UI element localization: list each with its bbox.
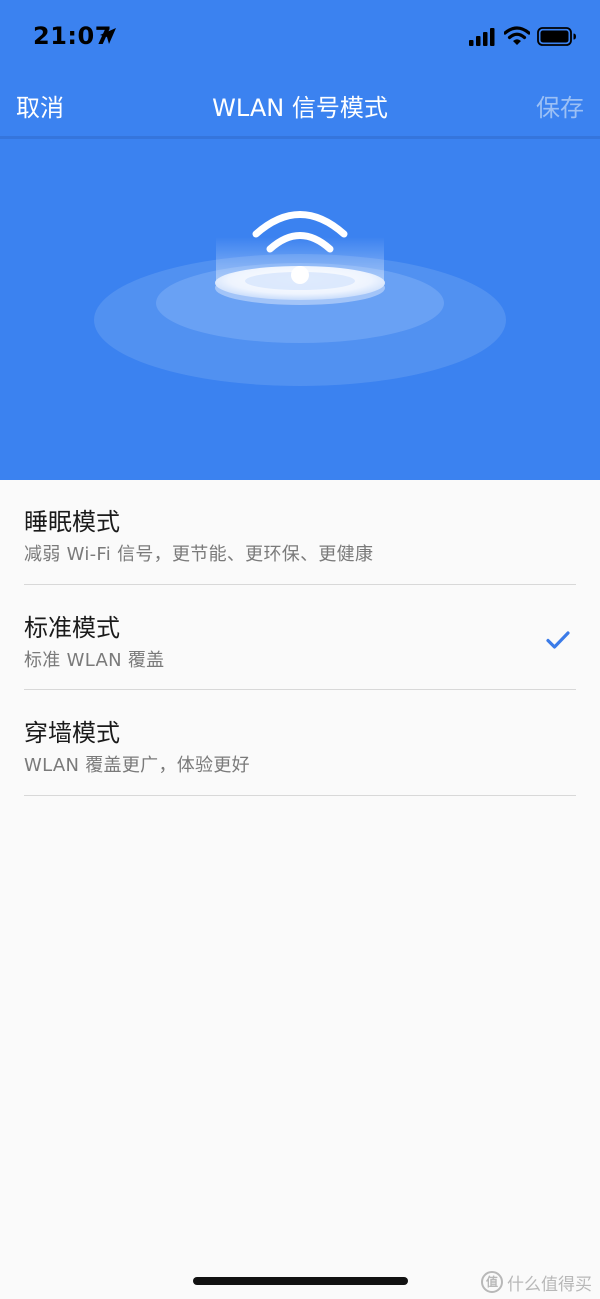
mode-description: 标准 WLAN 覆盖 bbox=[24, 650, 165, 671]
page-title: WLAN 信号模式 bbox=[212, 94, 388, 122]
mode-item-wall-penetration[interactable]: 穿墙模式 WLAN 覆盖更广，体验更好 bbox=[24, 691, 576, 796]
mode-item-standard[interactable]: 标准模式 标准 WLAN 覆盖 bbox=[24, 586, 576, 691]
mode-list: 睡眠模式 减弱 Wi-Fi 信号，更节能、更环保、更健康 标准模式 标准 WLA… bbox=[0, 480, 600, 1299]
mode-title: 穿墙模式 bbox=[24, 719, 120, 747]
watermark-logo-icon: 值 bbox=[481, 1271, 503, 1293]
mode-description: WLAN 覆盖更广，体验更好 bbox=[24, 755, 250, 776]
hero-banner bbox=[0, 139, 600, 480]
wifi-router-icon bbox=[94, 211, 506, 386]
mode-title: 睡眠模式 bbox=[24, 508, 120, 536]
mode-item-sleep[interactable]: 睡眠模式 减弱 Wi-Fi 信号，更节能、更环保、更健康 bbox=[24, 480, 576, 585]
nav-bar: 取消 WLAN 信号模式 保存 bbox=[0, 74, 600, 136]
divider bbox=[24, 584, 576, 585]
divider bbox=[24, 795, 576, 796]
wlan-signal-mode-screen: 21:07 取消 WLAN 信号模式 保存 睡眠模式 减弱 Wi-Fi 信号，更… bbox=[0, 0, 600, 1299]
location-arrow-icon bbox=[100, 28, 116, 44]
status-bar: 21:07 bbox=[0, 0, 600, 74]
cellular-signal-icon bbox=[469, 28, 495, 46]
battery-icon bbox=[537, 27, 576, 46]
checkmark-icon bbox=[546, 631, 570, 649]
mode-description: 减弱 Wi-Fi 信号，更节能、更环保、更健康 bbox=[24, 544, 374, 565]
mode-title: 标准模式 bbox=[24, 614, 120, 642]
divider bbox=[24, 689, 576, 690]
wifi-icon bbox=[504, 26, 530, 45]
watermark: 值 什么值得买 bbox=[481, 1270, 592, 1295]
save-button[interactable]: 保存 bbox=[536, 88, 584, 123]
watermark-text: 什么值得买 bbox=[507, 1274, 592, 1295]
home-indicator[interactable] bbox=[193, 1277, 408, 1285]
